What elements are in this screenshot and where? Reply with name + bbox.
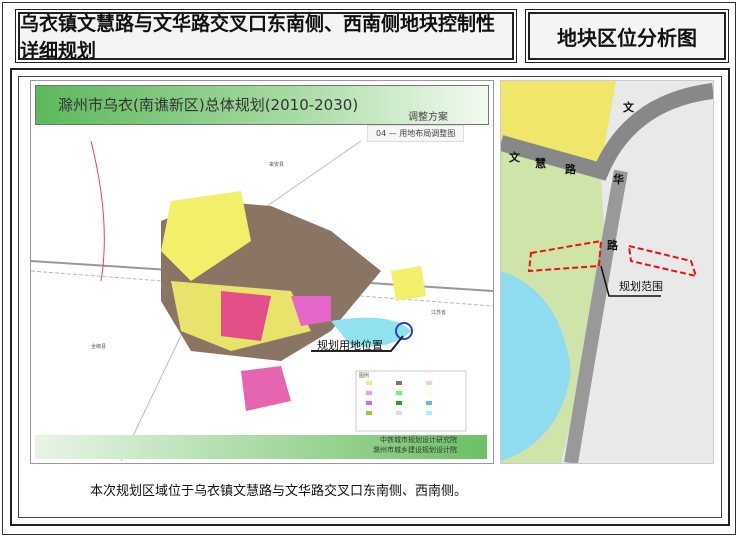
- credit-line: 滁州市城乡建设规划设计院: [373, 446, 457, 454]
- place-label: 江苏省: [431, 310, 447, 316]
- map-title: 滁州市乌衣(南谯新区)总体规划(2010-2030): [58, 96, 359, 114]
- master-plan-map: 滁州市乌衣(南谯新区)总体规划(2010-2030) 调整方案 04 — 用地布…: [30, 80, 494, 464]
- site-detail-map: 文 文 慧 路 华 路 规划范围: [500, 80, 714, 464]
- site-location-label: 规划用地位置: [317, 339, 383, 352]
- road-label: 华: [613, 173, 624, 186]
- section-title: 地块区位分析图: [528, 12, 726, 60]
- map-header: 滁州市乌衣(南谯新区)总体规划(2010-2030) 调整方案: [35, 85, 489, 125]
- place-label: 全椒县: [91, 344, 107, 350]
- road-label: 慧: [535, 157, 546, 170]
- planning-scope-label: 规划范围: [619, 280, 663, 293]
- road-label: 文: [509, 151, 520, 164]
- road-label: 路: [565, 163, 576, 176]
- location-caption: 本次规划区域位于乌衣镇文慧路与文华路交叉口东南侧、西南侧。: [90, 484, 468, 499]
- credit-line: 中铁城市规划设计研究院: [380, 436, 457, 444]
- map-credits: 中铁城市规划设计研究院 滁州市城乡建设规划设计院: [35, 435, 487, 459]
- plan-title: 乌衣镇文慧路与文华路交叉口东南侧、西南侧地块控制性详细规划: [18, 12, 514, 62]
- site-detail-graphic: [501, 81, 713, 463]
- legend-title: 图例: [359, 373, 370, 379]
- road-label: 文: [623, 101, 634, 114]
- map-subtitle: 调整方案: [408, 112, 448, 123]
- map-sheet-number: 04 — 用地布局调整图: [367, 125, 465, 142]
- place-label: 来安县: [269, 162, 285, 168]
- road-label: 路: [607, 239, 618, 252]
